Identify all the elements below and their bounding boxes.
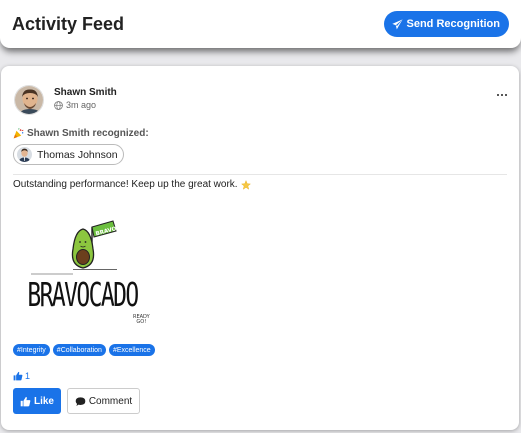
party-popper-icon	[13, 128, 24, 139]
like-button-label: Like	[33, 395, 54, 407]
send-recognition-label: Send Recognition	[406, 18, 501, 30]
thumbs-up-icon	[20, 396, 31, 406]
like-button[interactable]: Like	[13, 388, 61, 414]
tag-collaboration[interactable]: #Collaboration	[52, 344, 106, 356]
post-timestamp: 3m ago	[66, 100, 97, 110]
go-text: GO!	[136, 319, 147, 325]
tag-excellence[interactable]: #Excellence	[108, 344, 155, 356]
comment-button-label: Comment	[88, 395, 133, 407]
globe-icon	[54, 100, 63, 110]
recognized-text: Shawn Smith recognized:	[27, 128, 149, 139]
author-avatar[interactable]	[14, 85, 44, 115]
bravocado-word: BRAVOCADO	[27, 277, 139, 315]
send-recognition-button[interactable]: Send Recognition	[383, 11, 509, 37]
recognition-message: Outstanding performance! Keep up the gre…	[13, 179, 251, 190]
recognized-line: Shawn Smith recognized:	[13, 128, 149, 139]
recipient-avatar	[17, 147, 32, 162]
paper-plane-icon	[391, 18, 403, 29]
message-text: Outstanding performance! Keep up the gre…	[13, 179, 238, 190]
comment-button[interactable]: Comment	[67, 388, 140, 414]
post-meta: 3m ago	[54, 100, 96, 110]
recipient-name: Thomas Johnson	[37, 148, 118, 161]
activity-feed-header: Activity Feed Send Recognition	[0, 0, 521, 48]
like-count-value: 1	[25, 371, 31, 381]
thumbs-up-icon	[13, 371, 23, 381]
recipient-chip[interactable]: Thomas Johnson	[13, 144, 124, 165]
ready-go-text: READY GO!	[133, 315, 150, 325]
like-count[interactable]: 1	[13, 371, 30, 381]
page-title: Activity Feed	[12, 13, 125, 34]
divider	[13, 174, 507, 175]
speech-bubble-icon	[75, 396, 86, 406]
author-name[interactable]: Shawn Smith	[54, 87, 117, 98]
post-actions: Like Comment	[13, 388, 140, 414]
more-options-icon[interactable]	[494, 89, 510, 101]
recognition-post: Shawn Smith 3m ago Shawn Smith recognize…	[1, 66, 519, 430]
star-icon	[240, 179, 251, 190]
bravocado-image: BRAVO BRAVOCADO READY GO!	[13, 197, 152, 336]
tag-list: #Integrity #Collaboration #Excellence	[13, 344, 155, 356]
tag-integrity[interactable]: #Integrity	[13, 344, 50, 356]
